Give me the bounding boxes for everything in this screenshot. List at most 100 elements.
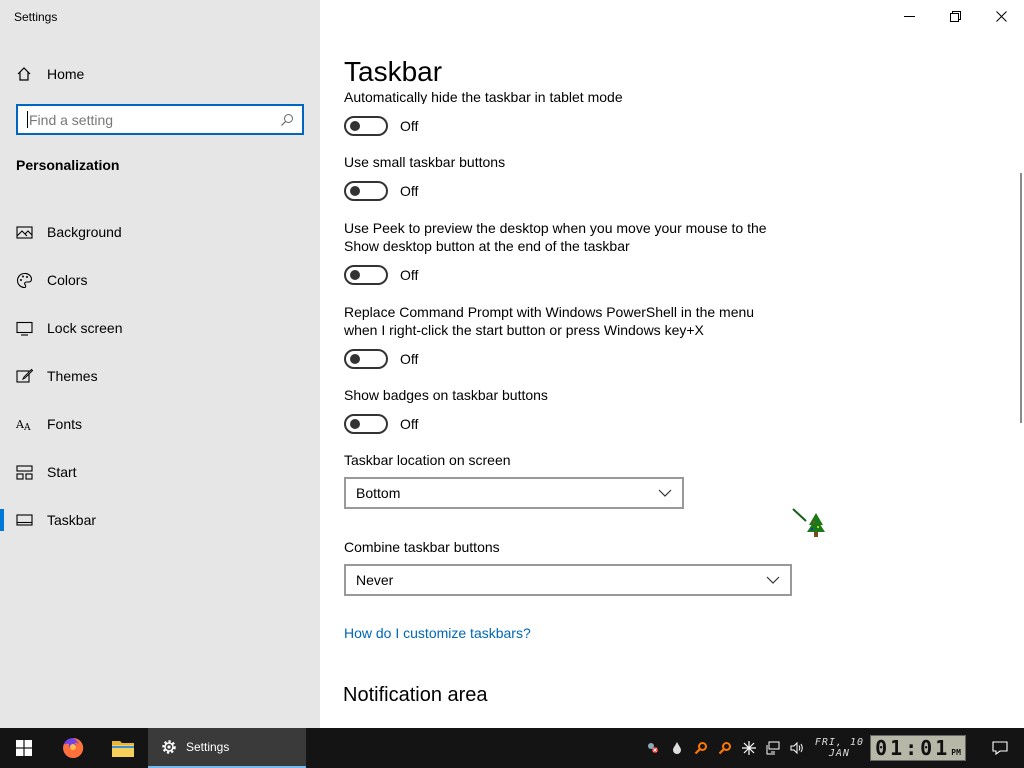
location-value: Bottom: [356, 485, 401, 501]
toggle-switch[interactable]: [344, 116, 388, 136]
toggle-row: Off: [344, 181, 418, 201]
app-title: Settings: [14, 10, 58, 24]
water-drop-icon: [672, 742, 681, 754]
toggle-state: Off: [400, 183, 419, 199]
home-nav-item[interactable]: Home: [16, 63, 84, 85]
toggle-switch[interactable]: [344, 265, 388, 285]
minimize-icon: [903, 15, 915, 17]
magnifier-icon: [718, 742, 731, 755]
snowflake-icon: [741, 741, 756, 755]
tray-drop[interactable]: [665, 728, 689, 768]
location-label: Taskbar location on screen: [344, 452, 511, 468]
svg-text:A: A: [23, 423, 31, 433]
tray-clock[interactable]: 01:01 PM: [870, 735, 966, 761]
sidebar-item-themes[interactable]: Themes: [0, 352, 320, 400]
combine-dropdown[interactable]: Never: [344, 564, 792, 596]
date-month: JAN: [828, 748, 850, 759]
clock-ampm: PM: [951, 748, 961, 757]
restore-button[interactable]: [932, 0, 978, 32]
taskbar-app-label: Settings: [186, 740, 230, 754]
brush-icon: [16, 368, 33, 383]
search-input[interactable]: [29, 111, 280, 128]
toggle-state: Off: [400, 416, 419, 432]
main-content: Taskbar Automatically hide the taskbar i…: [320, 0, 1024, 728]
toggle-row: Off: [344, 349, 418, 369]
action-center-button[interactable]: [976, 728, 1024, 768]
search-box[interactable]: [16, 104, 304, 135]
setting-label: Use small taskbar buttons: [344, 154, 506, 170]
tray-network-error[interactable]: [641, 728, 665, 768]
setting-label: Use Peek to preview the desktop when you…: [344, 220, 767, 254]
close-icon: [995, 10, 1007, 22]
chevron-down-icon: [766, 576, 780, 584]
search-icon[interactable]: [280, 113, 294, 127]
tray-network[interactable]: [761, 728, 785, 768]
notification-icon: [992, 741, 1008, 756]
system-tray: FRI, 10 JAN 01:01 PM: [641, 728, 1024, 768]
sidebar-item-label: Fonts: [47, 416, 83, 432]
help-link[interactable]: How do I customize taskbars?: [344, 625, 531, 641]
sidebar-item-label: Background: [47, 224, 122, 240]
taskbar: Settings FRI, 10 JAN 01:01 PM: [0, 728, 1024, 768]
sidebar-item-colors[interactable]: Colors: [0, 256, 320, 304]
christmas-tree-icon: [792, 508, 825, 537]
toggle-row: Off: [344, 116, 418, 136]
tray-snowflake[interactable]: [737, 728, 761, 768]
toggle-state: Off: [400, 351, 419, 367]
setting-label: Replace Command Prompt with Windows Powe…: [344, 304, 755, 338]
clock-time: 01:01: [875, 736, 951, 760]
monitor-lock-icon: [16, 321, 33, 336]
toggle-state: Off: [400, 118, 419, 134]
start-button[interactable]: [0, 728, 48, 768]
sidebar-item-label: Themes: [47, 368, 98, 384]
network-icon: [766, 741, 780, 755]
taskbar-icon: [16, 513, 33, 526]
firefox-icon: [63, 737, 84, 758]
location-dropdown[interactable]: Bottom: [344, 477, 684, 509]
restore-icon: [949, 10, 961, 22]
tray-search-2[interactable]: [713, 728, 737, 768]
sidebar-item-taskbar[interactable]: Taskbar: [0, 496, 320, 544]
section-title: Personalization: [16, 157, 120, 173]
windows-logo-icon: [16, 740, 32, 756]
palette-icon: [16, 272, 33, 288]
setting-label: Automatically hide the taskbar in tablet…: [344, 89, 623, 104]
magnifier-icon: [694, 742, 707, 755]
speaker-icon: [790, 741, 803, 755]
toggle-row: Off: [344, 265, 418, 285]
minimize-button[interactable]: [886, 0, 932, 32]
sidebar-item-start[interactable]: Start: [0, 448, 320, 496]
start-grid-icon: [16, 464, 33, 480]
home-icon: [17, 67, 31, 81]
combine-value: Never: [356, 572, 394, 588]
sidebar-item-background[interactable]: Background: [0, 208, 320, 256]
sidebar-item-label: Colors: [47, 272, 88, 288]
sidebar-item-label: Start: [47, 464, 77, 480]
tray-date[interactable]: FRI, 10 JAN: [815, 737, 864, 759]
tray-volume[interactable]: [785, 728, 809, 768]
scrollbar[interactable]: [1020, 173, 1022, 423]
window-controls: [886, 0, 1024, 32]
sidebar-item-fonts[interactable]: AA Fonts: [0, 400, 320, 448]
date-day: FRI, 10: [814, 737, 864, 748]
sidebar-nav: Background Colors Lock screen Themes AA …: [0, 208, 320, 544]
toggle-switch[interactable]: [344, 349, 388, 369]
taskbar-file-explorer[interactable]: [98, 728, 148, 768]
taskbar-firefox[interactable]: [48, 728, 98, 768]
tray-search-1[interactable]: [689, 728, 713, 768]
taskbar-settings-app[interactable]: Settings: [148, 728, 306, 768]
sidebar: Settings Home Personalization Background…: [0, 0, 320, 728]
home-label: Home: [47, 66, 85, 82]
toggle-switch[interactable]: [344, 181, 388, 201]
notification-area-heading: Notification area: [343, 684, 488, 706]
sidebar-item-lock-screen[interactable]: Lock screen: [0, 304, 320, 352]
toggle-state: Off: [400, 267, 419, 283]
gear-icon: [162, 740, 176, 754]
sidebar-item-label: Lock screen: [47, 320, 123, 336]
network-error-icon: [647, 743, 658, 753]
text-caret: [27, 111, 28, 128]
toggle-switch[interactable]: [344, 414, 388, 434]
close-button[interactable]: [978, 0, 1024, 32]
setting-label: Show badges on taskbar buttons: [344, 387, 548, 403]
chevron-down-icon: [658, 489, 672, 497]
